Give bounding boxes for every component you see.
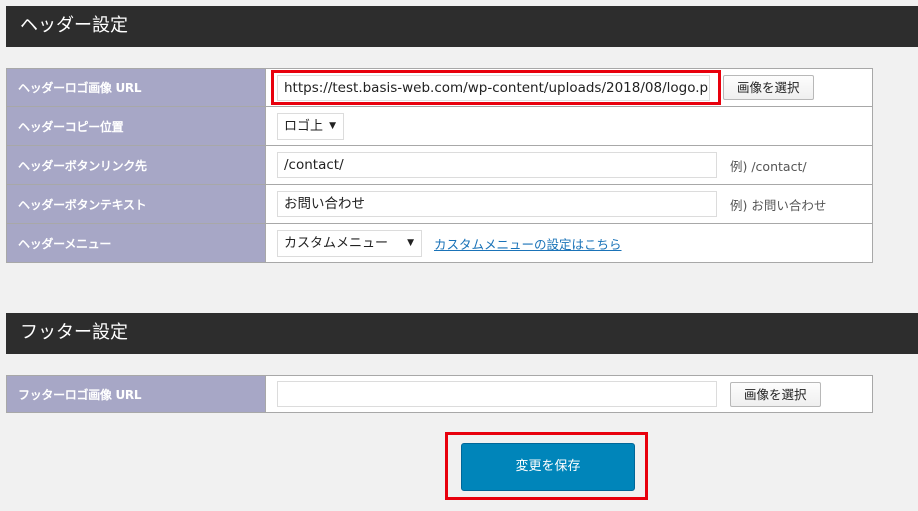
- footer-logo-url-input[interactable]: [277, 381, 717, 407]
- header-copy-position-value: ロゴ上: [284, 118, 324, 134]
- table-row: フッターロゴ画像 URL 画像を選択: [6, 375, 873, 413]
- header-menu-label: ヘッダーメニュー: [6, 223, 266, 263]
- header-menu-select[interactable]: カスタムメニュー ▼: [277, 229, 422, 257]
- header-button-text-input[interactable]: お問い合わせ: [277, 191, 717, 217]
- table-row: ヘッダーコピー位置 ロゴ上 ▼: [6, 106, 873, 146]
- header-logo-url-label: ヘッダーロゴ画像 URL: [6, 68, 266, 107]
- header-settings-title: ヘッダー設定: [6, 6, 918, 47]
- header-menu-value: カスタムメニュー: [284, 235, 389, 251]
- caret-down-icon: ▼: [407, 237, 414, 248]
- header-button-link-label: ヘッダーボタンリンク先: [6, 145, 266, 185]
- highlight-frame-save: [445, 432, 648, 500]
- header-button-text-hint: 例) お問い合わせ: [730, 197, 827, 213]
- table-row: ヘッダーメニュー カスタムメニュー ▼ カスタムメニューの設定はこちら: [6, 223, 873, 263]
- footer-select-image-button[interactable]: 画像を選択: [730, 381, 821, 407]
- table-row: ヘッダーボタンテキスト お問い合わせ 例) お問い合わせ: [6, 184, 873, 224]
- highlight-frame-logo-url: [271, 70, 721, 105]
- caret-down-icon: ▼: [329, 120, 336, 131]
- header-button-text-label: ヘッダーボタンテキスト: [6, 184, 266, 224]
- table-row: ヘッダーボタンリンク先 /contact/例) /contact/: [6, 145, 873, 185]
- header-select-image-button[interactable]: 画像を選択: [723, 75, 814, 100]
- header-copy-position-label: ヘッダーコピー位置: [6, 106, 266, 146]
- footer-settings-table: フッターロゴ画像 URL 画像を選択: [6, 375, 873, 413]
- custom-menu-settings-link[interactable]: カスタムメニューの設定はこちら: [434, 234, 622, 253]
- header-copy-position-select[interactable]: ロゴ上 ▼: [277, 112, 344, 140]
- header-button-link-input[interactable]: /contact/: [277, 152, 717, 178]
- footer-settings-title: フッター設定: [6, 313, 918, 354]
- footer-logo-url-label: フッターロゴ画像 URL: [6, 375, 266, 413]
- header-button-link-hint: 例) /contact/: [730, 158, 807, 174]
